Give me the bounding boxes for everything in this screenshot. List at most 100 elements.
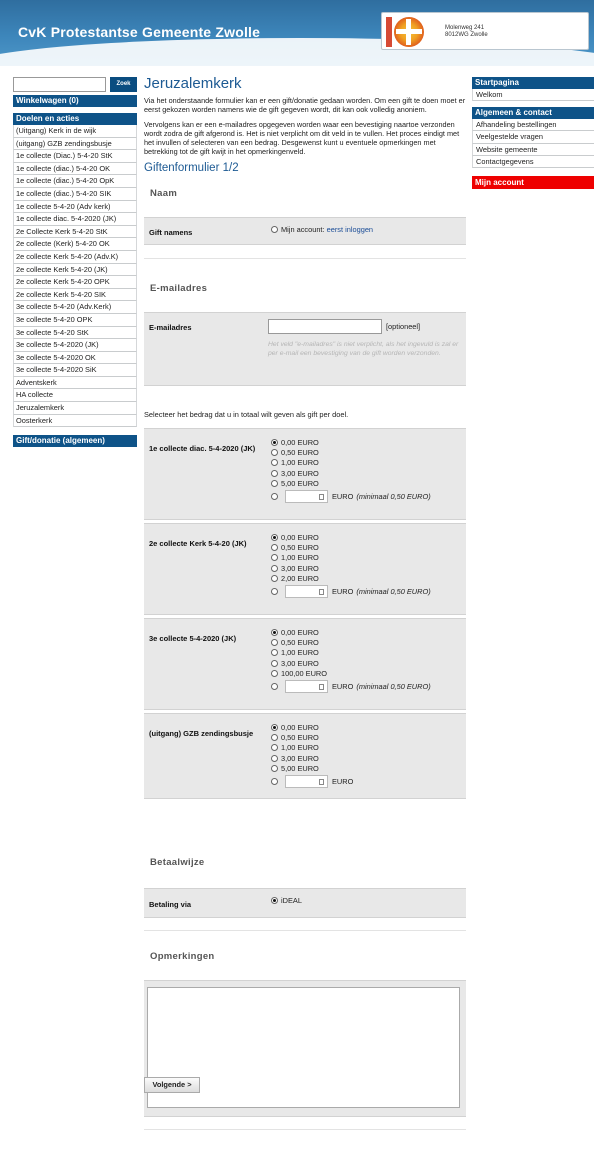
goal-nav-item[interactable]: 1e collecte (diac.) 5-4-20 SIK	[13, 187, 137, 201]
goal-nav-item[interactable]: 3e collecte 5-4-20 StK	[13, 326, 137, 340]
next-button[interactable]: Volgende >	[144, 1077, 200, 1093]
goal-nav-item[interactable]: 3e collecte 5-4-2020 (JK)	[13, 339, 137, 352]
amount-radio[interactable]	[271, 574, 278, 582]
goal-nav-item[interactable]: 2e collecte Kerk 5-4-20 SIK	[13, 288, 137, 302]
goal-nav-item[interactable]: 1e collecte (diac.) 5-4-20 OK	[13, 162, 137, 176]
stepper-icon[interactable]	[319, 589, 324, 596]
amount-option[interactable]: 3,00 EURO	[271, 754, 353, 764]
goal-nav-item[interactable]: 2e Collecte Kerk 5-4-20 StK	[13, 225, 137, 239]
amount-radio[interactable]	[271, 734, 278, 742]
church-logo[interactable]: Molenweg 241 8012WG Zwolle	[381, 12, 589, 50]
custom-amount-radio[interactable]	[271, 777, 278, 785]
amount-option[interactable]: 0,00 EURO	[271, 533, 431, 543]
general-contact-item[interactable]: Afhandeling bestellingen	[472, 119, 594, 132]
goal-nav-item[interactable]: 2e collecte (Kerk) 5-4-20 OK	[13, 238, 137, 251]
amount-radio[interactable]	[271, 764, 278, 772]
amount-option[interactable]: 1,00 EURO	[271, 458, 431, 468]
amount-radio[interactable]	[271, 744, 278, 752]
amount-radio[interactable]	[271, 669, 278, 677]
goal-nav-item[interactable]: 2e collecte Kerk 5-4-20 (JK)	[13, 263, 137, 277]
amount-option[interactable]: 0,50 EURO	[271, 543, 431, 553]
goal-nav-item[interactable]: Jeruzalemkerk	[13, 402, 137, 415]
amount-option[interactable]: 1,00 EURO	[271, 648, 431, 658]
amount-radio[interactable]	[271, 469, 278, 477]
amount-radio[interactable]	[271, 439, 278, 446]
search-button[interactable]: Zoek	[110, 77, 137, 92]
custom-amount-input[interactable]	[285, 490, 328, 504]
goal-nav-item[interactable]: 1e collecte (Diac.) 5-4-20 StK	[13, 150, 137, 163]
custom-amount-radio[interactable]	[271, 682, 278, 690]
goal-nav-item[interactable]: 3e collecte 5-4-2020 OK	[13, 351, 137, 365]
goal-nav-item[interactable]: 1e collecte 5-4-20 (Adv kerk)	[13, 200, 137, 214]
goal-nav-item[interactable]: 3e collecte 5-4-20 (Adv.Kerk)	[13, 301, 137, 314]
amount-option[interactable]: 1,00 EURO	[271, 553, 431, 563]
amount-radio[interactable]	[271, 754, 278, 762]
account-radio[interactable]	[271, 226, 278, 233]
amount-option[interactable]: 0,00 EURO	[271, 723, 353, 733]
stepper-icon[interactable]	[319, 779, 324, 786]
amount-radio[interactable]	[271, 649, 278, 657]
custom-amount-input[interactable]	[285, 585, 328, 599]
amount-radio[interactable]	[271, 629, 278, 636]
goal-nav-item[interactable]: 3e collecte 5-4-20 OPK	[13, 313, 137, 327]
cart-link[interactable]: Winkelwagen (0)	[13, 95, 137, 107]
custom-amount-option[interactable]: EURO (minimaal 0,50 EURO)	[271, 584, 431, 600]
stepper-icon[interactable]	[319, 684, 324, 691]
amount-radio[interactable]	[271, 639, 278, 647]
amount-radio[interactable]	[271, 479, 278, 487]
general-contact-item[interactable]: Veelgestelde vragen	[472, 131, 594, 144]
goal-nav-item[interactable]: Adventskerk	[13, 376, 137, 390]
amount-radio[interactable]	[271, 724, 278, 731]
goal-nav-item[interactable]: (Uitgang) Kerk in de wijk	[13, 125, 137, 138]
amount-option[interactable]: 0,50 EURO	[271, 638, 431, 648]
amount-option[interactable]: 0,50 EURO	[271, 448, 431, 458]
amount-option[interactable]: 5,00 EURO	[271, 764, 353, 774]
amount-option[interactable]: 0,00 EURO	[271, 628, 431, 638]
amount-option[interactable]: 2,00 EURO	[271, 574, 431, 584]
goal-nav-item[interactable]: 2e collecte Kerk 5-4-20 OPK	[13, 276, 137, 289]
my-account-link[interactable]: Mijn account	[472, 175, 594, 189]
general-contact-item[interactable]: Contactgegevens	[472, 155, 594, 168]
amount-option[interactable]: 5,00 EURO	[271, 479, 431, 489]
goal-nav-item[interactable]: 1e collecte (diac.) 5-4-20 OpK	[13, 175, 137, 188]
amount-radio[interactable]	[271, 659, 278, 667]
amount-radio[interactable]	[271, 554, 278, 562]
goal-nav-item[interactable]: HA collecte	[13, 389, 137, 403]
amount-option[interactable]: 3,00 EURO	[271, 659, 431, 669]
custom-amount-option[interactable]: EURO	[271, 774, 353, 790]
amount-option[interactable]: 100,00 EURO	[271, 669, 431, 679]
custom-amount-input[interactable]	[285, 680, 328, 694]
custom-amount-input[interactable]	[285, 775, 328, 789]
goal-nav-item[interactable]: Oosterkerk	[13, 414, 137, 428]
custom-amount-radio[interactable]	[271, 492, 278, 500]
amount-radio[interactable]	[271, 564, 278, 572]
amount-radio[interactable]	[271, 534, 278, 541]
amount-option[interactable]: 3,00 EURO	[271, 469, 431, 479]
amount-option[interactable]: 0,50 EURO	[271, 733, 353, 743]
amount-option[interactable]: 3,00 EURO	[271, 564, 431, 574]
ideal-radio[interactable]	[271, 897, 278, 904]
general-contact-item[interactable]: Website gemeente	[472, 143, 594, 156]
amount-radio[interactable]	[271, 544, 278, 552]
goal-nav-item[interactable]: (uitgang) GZB zendingsbusje	[13, 137, 137, 151]
payment-option[interactable]: iDEAL	[271, 896, 302, 906]
gift-on-behalf-option[interactable]: Mijn account: eerst inloggen	[271, 225, 373, 235]
custom-amount-option[interactable]: EURO (minimaal 0,50 EURO)	[271, 679, 431, 695]
gift-general-link[interactable]: Gift/donatie (algemeen)	[13, 435, 137, 448]
amount-radio[interactable]	[271, 449, 278, 457]
amount-option[interactable]: 1,00 EURO	[271, 743, 353, 753]
custom-amount-option[interactable]: EURO (minimaal 0,50 EURO)	[271, 489, 431, 505]
goal-nav-item[interactable]: 3e collecte 5-4-2020 SiK	[13, 364, 137, 377]
goal-nav-item[interactable]: 1e collecte diac. 5-4-2020 (JK)	[13, 213, 137, 226]
goal-nav-item[interactable]: 2e collecte Kerk 5-4-20 (Adv.K)	[13, 250, 137, 264]
startpage-heading[interactable]: Startpagina	[472, 77, 594, 89]
custom-amount-radio[interactable]	[271, 587, 278, 595]
amount-option[interactable]: 0,00 EURO	[271, 438, 431, 448]
login-link[interactable]: eerst inloggen	[327, 225, 373, 234]
stepper-icon[interactable]	[319, 494, 324, 501]
search-input[interactable]	[13, 77, 106, 92]
email-field[interactable]	[268, 319, 382, 334]
startpage-item[interactable]: Welkom	[472, 89, 594, 102]
site-title[interactable]: CvK Protestantse Gemeente Zwolle	[18, 24, 260, 40]
amount-radio[interactable]	[271, 459, 278, 467]
